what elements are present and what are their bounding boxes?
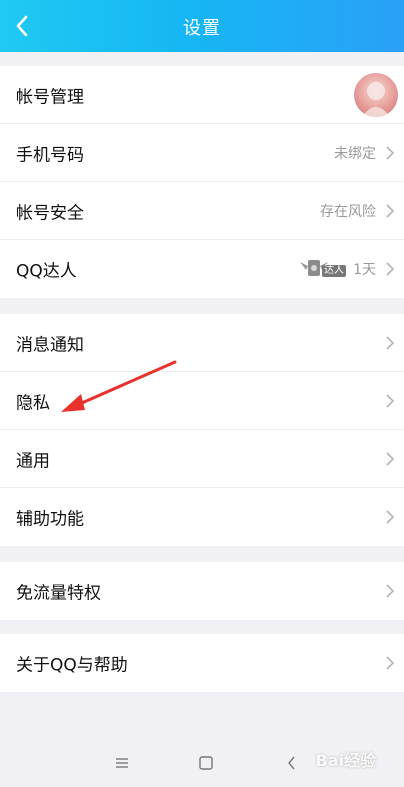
about-help-label: 关于QQ与帮助	[16, 655, 128, 676]
free-data-row[interactable]: 免流量特权	[0, 562, 404, 620]
accessibility-label: 辅助功能	[16, 509, 84, 530]
qq-daren-row[interactable]: QQ达人 达人 1天	[0, 240, 404, 298]
general-label: 通用	[16, 451, 50, 471]
account-security-row[interactable]: 帐号安全 存在风险	[0, 182, 404, 240]
chevron-right-icon	[386, 656, 394, 670]
phone-number-value: 未绑定	[334, 145, 376, 162]
chevron-right-icon	[386, 451, 394, 466]
chevron-right-icon	[386, 335, 394, 350]
page-title: 设置	[183, 18, 221, 39]
accessibility-row[interactable]: 辅助功能	[0, 488, 404, 546]
account-management-label: 帐号管理	[16, 87, 84, 107]
system-nav-bar: Bai经验	[0, 739, 404, 787]
watermark: Bai经验	[315, 751, 376, 770]
account-security-label: 帐号安全	[16, 203, 84, 223]
title-bar: 设置	[0, 0, 404, 52]
menu-icon[interactable]	[114, 755, 130, 771]
free-data-label: 免流量特权	[16, 583, 101, 604]
notifications-label: 消息通知	[16, 335, 84, 355]
chevron-right-icon	[386, 145, 394, 160]
daren-badge-label: 达人	[322, 265, 346, 277]
account-section: 帐号管理 手机号码 未绑定 帐号安全 存在风险 QQ达人 达人 1天	[0, 66, 404, 298]
annotation-arrow-icon	[61, 360, 177, 412]
chevron-right-icon	[386, 203, 394, 218]
home-square-icon[interactable]	[198, 755, 214, 771]
qq-daren-days: 1天	[353, 262, 376, 278]
avatar	[354, 72, 398, 117]
about-section: 关于QQ与帮助	[0, 634, 404, 692]
data-privilege-section: 免流量特权	[0, 562, 404, 620]
account-management-row[interactable]: 帐号管理	[0, 66, 404, 124]
daren-badge-icon: 达人	[298, 256, 348, 282]
chevron-right-icon	[386, 262, 394, 276]
account-security-value: 存在风险	[320, 203, 376, 220]
privacy-label: 隐私	[16, 393, 50, 413]
chevron-right-icon	[386, 393, 394, 408]
phone-number-row[interactable]: 手机号码 未绑定	[0, 124, 404, 182]
back-chevron-icon[interactable]	[284, 755, 300, 771]
chevron-right-icon	[386, 510, 394, 524]
chevron-right-icon	[386, 584, 394, 598]
general-row[interactable]: 通用	[0, 430, 404, 488]
general-section: 消息通知 隐私 通用 辅助功能	[0, 314, 404, 546]
qq-daren-label: QQ达人	[16, 261, 77, 282]
phone-number-label: 手机号码	[16, 145, 84, 165]
about-help-row[interactable]: 关于QQ与帮助	[0, 634, 404, 692]
